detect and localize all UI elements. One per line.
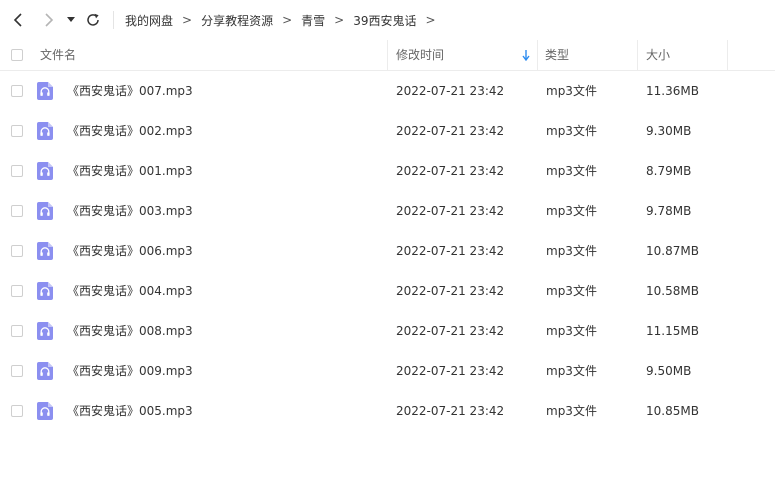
file-size: 10.85MB — [646, 404, 699, 418]
file-name[interactable]: 《西安鬼话》005.mp3 — [67, 391, 193, 431]
chevron-left-icon — [13, 13, 22, 27]
row-checkbox[interactable] — [11, 405, 23, 417]
breadcrumb-separator: > — [425, 13, 436, 27]
file-size: 10.87MB — [646, 244, 699, 258]
breadcrumb-item[interactable]: 39西安鬼话 — [353, 12, 416, 29]
column-divider[interactable] — [387, 40, 388, 70]
breadcrumb-separator: > — [282, 13, 293, 27]
back-button[interactable] — [9, 10, 29, 30]
row-checkbox[interactable] — [11, 285, 23, 297]
table-row[interactable]: 《西安鬼话》001.mp3 2022-07-21 23:42 mp3文件 8.79MB — [0, 151, 775, 191]
file-modified: 2022-07-21 23:42 — [396, 84, 505, 98]
audio-file-icon — [37, 322, 53, 340]
file-name[interactable]: 《西安鬼话》008.mp3 — [67, 311, 193, 351]
audio-file-icon — [37, 282, 53, 300]
file-type: mp3文件 — [546, 324, 597, 338]
file-type: mp3文件 — [546, 284, 597, 298]
table-row[interactable]: 《西安鬼话》006.mp3 2022-07-21 23:42 mp3文件 10.87M… — [0, 231, 775, 271]
file-name[interactable]: 《西安鬼话》007.mp3 — [67, 71, 193, 111]
file-type: mp3文件 — [546, 204, 597, 218]
row-checkbox[interactable] — [11, 325, 23, 337]
file-name[interactable]: 《西安鬼话》009.mp3 — [67, 351, 193, 391]
audio-file-icon — [37, 362, 53, 380]
select-all-checkbox[interactable] — [11, 49, 23, 61]
audio-file-icon — [37, 82, 53, 100]
column-divider[interactable] — [537, 40, 538, 70]
toolbar: 我的网盘 > 分享教程资源 > 青雪 >39西安鬼话 > — [0, 0, 775, 40]
file-modified: 2022-07-21 23:42 — [396, 324, 505, 338]
file-list-header: 文件名 修改时间 类型 大小 — [0, 40, 775, 71]
table-row[interactable]: 《西安鬼话》003.mp3 2022-07-21 23:42 mp3文件 9.78MB — [0, 191, 775, 231]
file-modified: 2022-07-21 23:42 — [396, 124, 505, 138]
table-row[interactable]: 《西安鬼话》009.mp3 2022-07-21 23:42 mp3文件 9.50MB — [0, 351, 775, 391]
row-checkbox[interactable] — [11, 85, 23, 97]
breadcrumb-separator: > — [182, 13, 193, 27]
file-type: mp3文件 — [546, 164, 597, 178]
file-type: mp3文件 — [546, 244, 597, 258]
audio-file-icon — [37, 202, 53, 220]
column-header-size[interactable]: 大小 — [646, 40, 670, 70]
file-size: 9.30MB — [646, 124, 692, 138]
row-checkbox[interactable] — [11, 245, 23, 257]
file-size: 9.78MB — [646, 204, 692, 218]
file-type: mp3文件 — [546, 124, 597, 138]
file-modified: 2022-07-21 23:42 — [396, 164, 505, 178]
file-type: mp3文件 — [546, 364, 597, 378]
breadcrumb: 我的网盘 > 分享教程资源 > 青雪 >39西安鬼话 > — [125, 0, 445, 40]
toolbar-divider — [113, 11, 114, 29]
sort-down-arrow-icon[interactable] — [522, 50, 530, 61]
row-checkbox[interactable] — [11, 365, 23, 377]
caret-down-icon — [67, 17, 75, 22]
file-type: mp3文件 — [546, 404, 597, 418]
column-header-name[interactable]: 文件名 — [40, 40, 76, 70]
file-size: 11.36MB — [646, 84, 699, 98]
column-header-modified[interactable]: 修改时间 — [396, 40, 444, 70]
breadcrumb-item[interactable]: 青雪 — [301, 12, 325, 29]
history-dropdown-button[interactable] — [63, 10, 79, 30]
audio-file-icon — [37, 122, 53, 140]
file-modified: 2022-07-21 23:42 — [396, 244, 505, 258]
row-checkbox[interactable] — [11, 125, 23, 137]
table-row[interactable]: 《西安鬼话》007.mp3 2022-07-21 23:42 mp3文件 11.36M… — [0, 71, 775, 111]
breadcrumb-item[interactable]: 分享教程资源 — [201, 12, 273, 29]
audio-file-icon — [37, 242, 53, 260]
audio-file-icon — [37, 402, 53, 420]
file-name[interactable]: 《西安鬼话》004.mp3 — [67, 271, 193, 311]
file-name[interactable]: 《西安鬼话》003.mp3 — [67, 191, 193, 231]
audio-file-icon — [37, 162, 53, 180]
column-divider[interactable] — [727, 40, 728, 70]
chevron-right-icon — [45, 13, 54, 27]
file-size: 8.79MB — [646, 164, 692, 178]
file-modified: 2022-07-21 23:42 — [396, 284, 505, 298]
file-modified: 2022-07-21 23:42 — [396, 364, 505, 378]
file-modified: 2022-07-21 23:42 — [396, 204, 505, 218]
row-checkbox[interactable] — [11, 205, 23, 217]
file-size: 9.50MB — [646, 364, 692, 378]
table-row[interactable]: 《西安鬼话》002.mp3 2022-07-21 23:42 mp3文件 9.30MB — [0, 111, 775, 151]
refresh-icon — [87, 13, 99, 26]
file-type: mp3文件 — [546, 84, 597, 98]
breadcrumb-separator: > — [334, 13, 345, 27]
file-name[interactable]: 《西安鬼话》006.mp3 — [67, 231, 193, 271]
breadcrumb-item[interactable]: 我的网盘 — [125, 12, 173, 29]
column-header-type[interactable]: 类型 — [545, 40, 569, 70]
table-row[interactable]: 《西安鬼话》004.mp3 2022-07-21 23:42 mp3文件 10.58M… — [0, 271, 775, 311]
file-size: 10.58MB — [646, 284, 699, 298]
file-size: 11.15MB — [646, 324, 699, 338]
refresh-button[interactable] — [83, 10, 103, 30]
file-name[interactable]: 《西安鬼话》002.mp3 — [67, 111, 193, 151]
table-row[interactable]: 《西安鬼话》005.mp3 2022-07-21 23:42 mp3文件 10.85M… — [0, 391, 775, 431]
column-divider[interactable] — [637, 40, 638, 70]
table-row[interactable]: 《西安鬼话》008.mp3 2022-07-21 23:42 mp3文件 11.15M… — [0, 311, 775, 351]
file-modified: 2022-07-21 23:42 — [396, 404, 505, 418]
forward-button[interactable] — [39, 10, 59, 30]
row-checkbox[interactable] — [11, 165, 23, 177]
file-name[interactable]: 《西安鬼话》001.mp3 — [67, 151, 193, 191]
